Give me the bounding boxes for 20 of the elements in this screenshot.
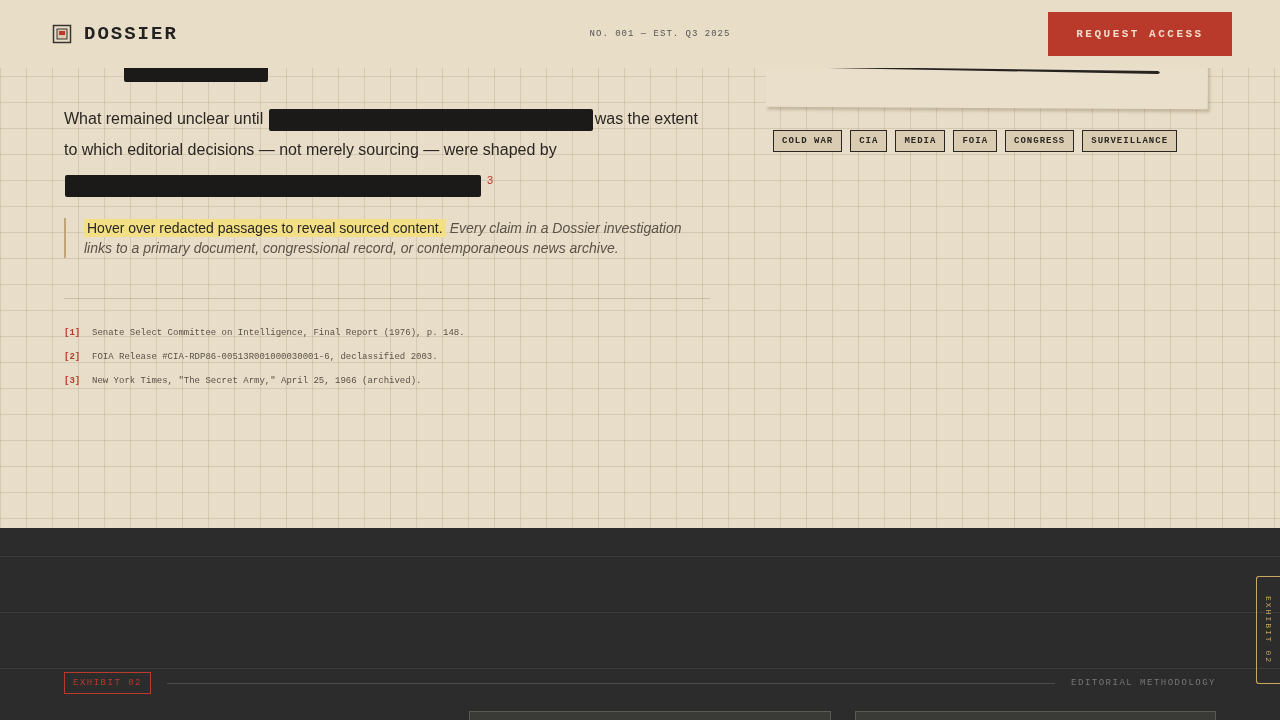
- logo-icon: [52, 24, 72, 44]
- callout-text: Hover over redacted passages to reveal sourced content. Every claim in a Dossier investigation links to a primary document, congressional record, or contemporaneous news archive.: [64, 218, 692, 259]
- footnote-mark[interactable]: [1]: [64, 328, 80, 339]
- exhibit-label: EXHIBIT 02: [64, 672, 151, 694]
- side-tab[interactable]: EXHIBIT 02: [1256, 576, 1280, 684]
- tag: CONGRESS: [1005, 130, 1075, 152]
- tag: FOIA: [953, 130, 998, 152]
- tag: SURVEILLANCE: [1082, 130, 1178, 152]
- section-label: EDITORIAL METHODOLOGY: [1071, 678, 1216, 688]
- tag: CIA: [850, 130, 888, 152]
- issue-label: NO. 001 — EST. Q3 2025: [589, 29, 731, 39]
- footnote-text: Senate Select Committee on Intelligence, Final Report (1976), p. 148.: [92, 328, 465, 339]
- tag: MEDIA: [895, 130, 946, 152]
- footnote-text: FOIA Release #CIA-RDP86-00513R001000030001-6, declassified 2003.: [92, 352, 438, 363]
- brand-name: DOSSIER: [84, 23, 178, 45]
- footnote-mark[interactable]: [2]: [64, 352, 80, 363]
- footnote-text: New York Times, "The Secret Army," April 25, 1966 (archived).: [92, 376, 422, 387]
- footnote-mark[interactable]: [3]: [64, 376, 80, 387]
- request-access-button[interactable]: REQUEST ACCESS: [1048, 12, 1232, 56]
- tag: COLD WAR: [773, 130, 843, 152]
